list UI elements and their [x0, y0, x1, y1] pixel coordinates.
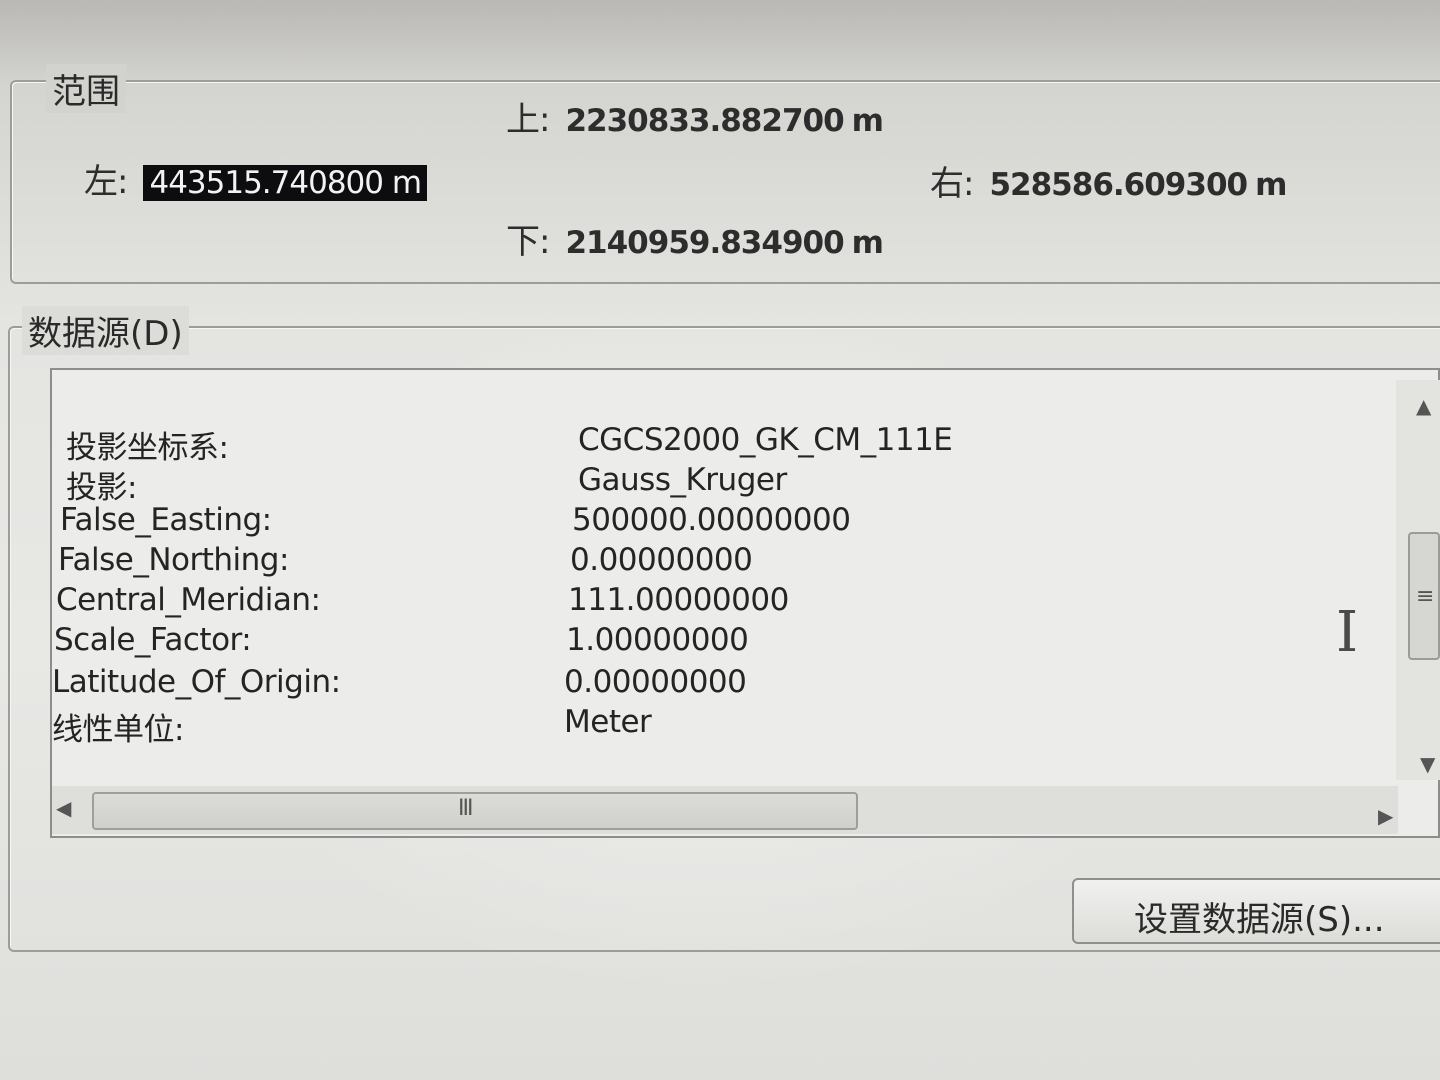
extent-top-unit: m — [851, 103, 884, 139]
info-value: 111.00000000 — [568, 582, 789, 618]
horizontal-scroll-thumb[interactable]: III — [92, 792, 858, 830]
info-key: Scale_Factor: — [54, 622, 252, 658]
info-key: False_Easting: — [60, 502, 272, 538]
extent-right: 右: 528586.609300 m — [930, 156, 1287, 205]
info-key: 投影坐标系: — [66, 430, 229, 466]
info-value: Gauss_Kruger — [578, 462, 787, 498]
horizontal-scrollbar[interactable]: ◀ III ▶ — [52, 786, 1398, 834]
set-datasource-button-label: 设置数据源(S)... — [1134, 900, 1385, 940]
set-datasource-button[interactable]: 设置数据源(S)... — [1072, 878, 1440, 944]
info-value: Meter — [564, 704, 652, 740]
info-value: 500000.00000000 — [572, 502, 851, 538]
scroll-up-arrow-icon[interactable]: ▲ — [1416, 394, 1431, 418]
info-key: Latitude_Of_Origin: — [52, 664, 341, 700]
scroll-left-arrow-icon[interactable]: ◀ — [56, 796, 71, 820]
extent-left-unit: m — [391, 165, 422, 201]
extent-right-label: 右: — [930, 164, 974, 204]
extent-left: 左: 443515.740800 m — [84, 154, 428, 203]
extent-top-label: 上: — [506, 100, 550, 140]
extent-bottom-unit: m — [851, 225, 884, 261]
info-key: 线性单位: — [52, 712, 184, 748]
info-value: 0.00000000 — [570, 542, 753, 578]
extent-top-value[interactable]: 2230833.882700 — [565, 103, 844, 139]
text-cursor-icon: I — [1336, 600, 1359, 665]
datasource-info-panel[interactable]: 投影坐标系: CGCS2000_GK_CM_111E 投影: Gauss_Kru… — [50, 368, 1440, 838]
grip-icon: ≡ — [1416, 584, 1435, 609]
info-key: Central_Meridian: — [56, 582, 321, 618]
vertical-scroll-thumb[interactable]: ≡ — [1408, 532, 1440, 660]
extent-bottom: 下: 2140959.834900 m — [506, 214, 884, 263]
info-key: 投影: — [66, 470, 137, 506]
grip-icon: III — [458, 796, 474, 821]
extent-bottom-label: 下: — [506, 222, 550, 262]
vertical-scrollbar[interactable]: ▲ ≡ ▼ — [1396, 380, 1440, 780]
extent-right-unit: m — [1255, 167, 1287, 203]
extent-group-title: 范围 — [46, 64, 126, 113]
extent-bottom-value[interactable]: 2140959.834900 — [565, 225, 844, 261]
extent-top: 上: 2230833.882700 m — [506, 92, 884, 141]
info-value: CGCS2000_GK_CM_111E — [578, 422, 953, 458]
datasource-group-title: 数据源(D) — [22, 306, 189, 355]
scroll-right-arrow-icon[interactable]: ▶ — [1378, 804, 1393, 828]
info-key: False_Northing: — [58, 542, 289, 578]
extent-right-value[interactable]: 528586.609300 — [989, 167, 1248, 203]
extent-left-value-selected[interactable]: 443515.740800 m — [143, 165, 428, 201]
info-value: 0.00000000 — [564, 664, 747, 700]
scroll-down-arrow-icon[interactable]: ▼ — [1420, 752, 1435, 776]
info-value: 1.00000000 — [566, 622, 749, 658]
extent-left-label: 左: — [84, 162, 128, 202]
extent-left-value[interactable]: 443515.740800 — [149, 165, 384, 201]
